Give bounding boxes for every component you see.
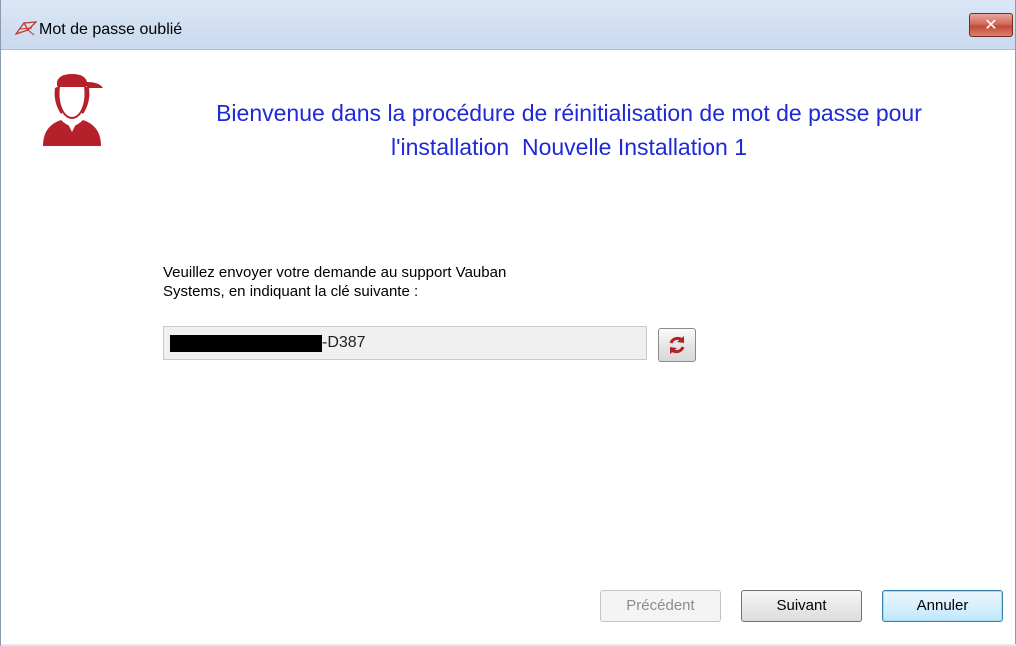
- next-button[interactable]: Suivant: [741, 590, 862, 622]
- vauban-logo-icon: [15, 21, 37, 36]
- key-suffix: -D387: [322, 334, 366, 351]
- welcome-line-1: Bienvenue dans la procédure de réinitial…: [216, 100, 922, 126]
- cancel-button[interactable]: Annuler: [882, 590, 1003, 622]
- previous-button[interactable]: Précédent: [600, 590, 721, 622]
- redacted-key-block: [170, 335, 322, 352]
- instructions-line-1: Veuillez envoyer votre demande au suppor…: [163, 264, 507, 281]
- instructions-line-2: Systems, en indiquant la clé suivante :: [163, 283, 419, 300]
- close-button[interactable]: ✕: [969, 13, 1013, 37]
- close-icon: ✕: [984, 15, 998, 34]
- refresh-icon: [669, 336, 685, 354]
- forgot-password-dialog: Mot de passe oublié ✕ Bienvenue dans la …: [0, 0, 1016, 646]
- user-cap-icon: [43, 74, 103, 146]
- window-title: Mot de passe oublié: [39, 21, 183, 38]
- instructions-text: Veuillez envoyer votre demande au suppor…: [163, 263, 583, 301]
- welcome-line-2: l'installation Nouvelle Installation 1: [391, 134, 747, 160]
- key-field[interactable]: -D387: [163, 326, 647, 360]
- title-bar[interactable]: Mot de passe oublié ✕: [1, 0, 1015, 50]
- refresh-key-button[interactable]: [658, 328, 696, 362]
- welcome-heading: Bienvenue dans la procédure de réinitial…: [119, 96, 1016, 164]
